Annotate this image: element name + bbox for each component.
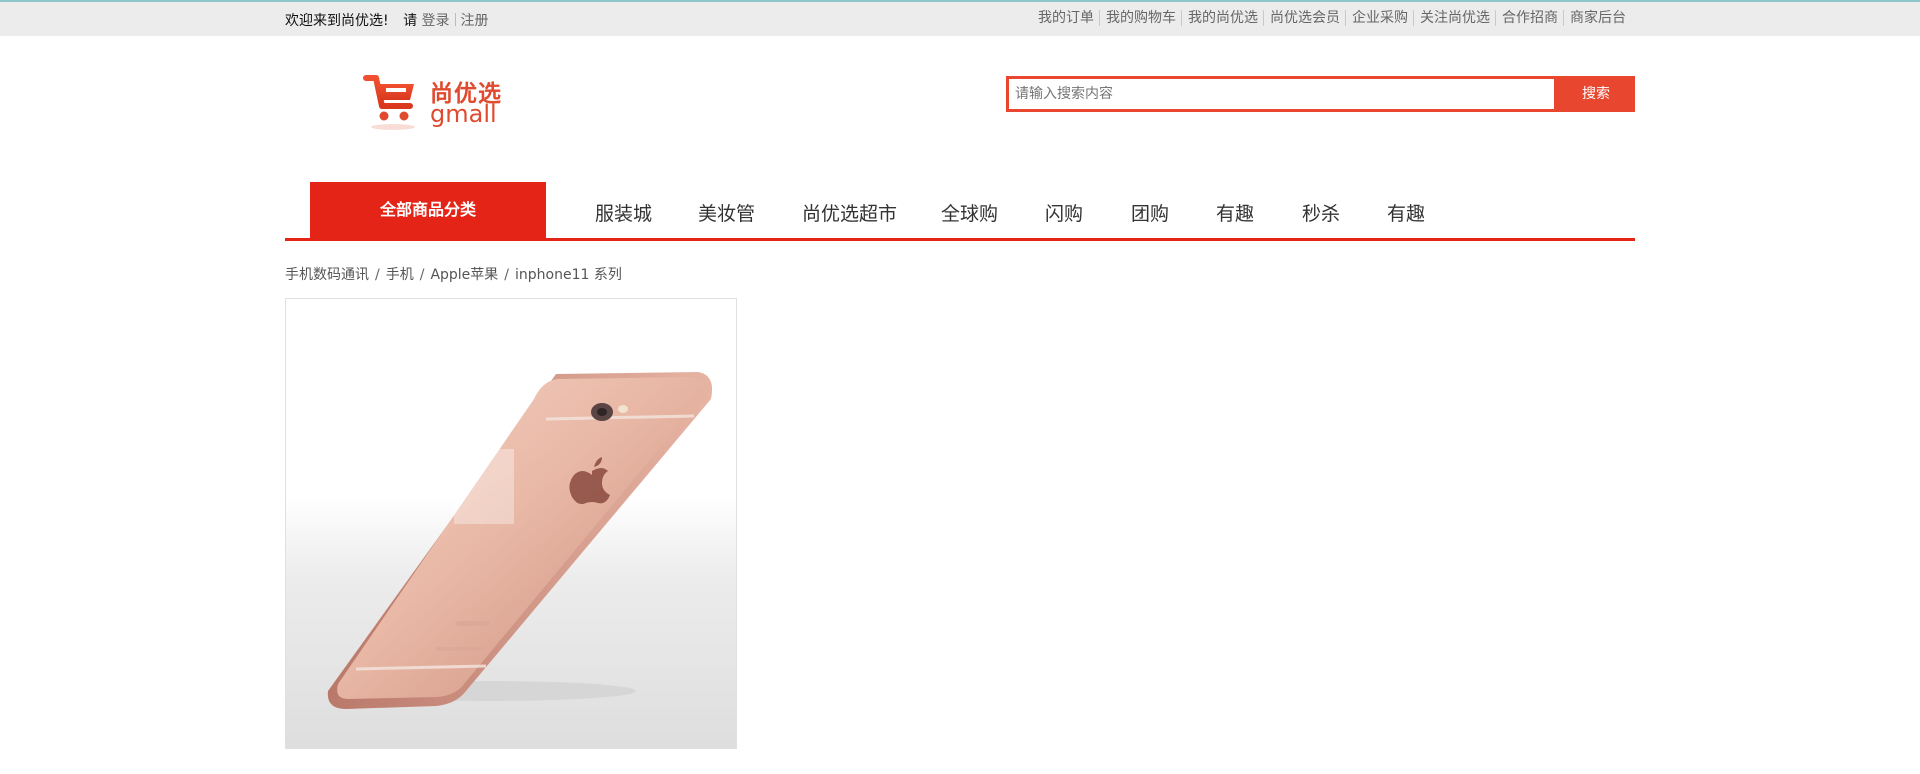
breadcrumb-apple[interactable]: Apple苹果	[430, 267, 498, 283]
search-button[interactable]: 搜索	[1557, 76, 1635, 112]
search-bar: 搜索	[1006, 76, 1635, 112]
search-input[interactable]	[1006, 76, 1557, 112]
follow-link[interactable]: 关注尚优选	[1414, 10, 1496, 26]
divider	[454, 13, 456, 26]
shopping-cart-icon	[363, 75, 415, 130]
nav-item-group-buy[interactable]: 团购	[1131, 199, 1169, 226]
please-text: 请	[403, 13, 418, 29]
welcome-area: 欢迎来到尚优选! 请 登录 注册	[285, 10, 489, 30]
breadcrumb-phones[interactable]: 手机	[386, 267, 414, 283]
breadcrumb-series[interactable]: inphone11 系列	[515, 267, 622, 283]
top-links: 我的订单 我的购物车 我的尚优选 尚优选会员 企业采购 关注尚优选 合作招商 商…	[1032, 10, 1626, 26]
membership-link[interactable]: 尚优选会员	[1264, 10, 1346, 26]
my-account-link[interactable]: 我的尚优选	[1182, 10, 1264, 26]
nav-item-apparel[interactable]: 服装城	[595, 199, 652, 226]
nav-item-flash[interactable]: 闪购	[1045, 199, 1083, 226]
nav-item-global[interactable]: 全球购	[941, 199, 998, 226]
enterprise-purchase-link[interactable]: 企业采购	[1346, 10, 1414, 26]
partnership-link[interactable]: 合作招商	[1496, 10, 1564, 26]
logo-english-text: gmall	[430, 100, 497, 128]
breadcrumb-digital[interactable]: 手机数码通讯	[285, 267, 369, 283]
my-cart-link[interactable]: 我的购物车	[1100, 10, 1182, 26]
nav-item-seckill[interactable]: 秒杀	[1302, 199, 1340, 226]
register-link[interactable]: 注册	[461, 13, 489, 29]
login-link[interactable]: 登录	[422, 13, 450, 29]
all-categories-button[interactable]: 全部商品分类	[310, 182, 546, 238]
welcome-text: 欢迎来到尚优选!	[285, 13, 389, 29]
breadcrumb: 手机数码通讯 / 手机 / Apple苹果 / inphone11 系列	[285, 267, 622, 283]
top-utility-bar: 欢迎来到尚优选! 请 登录 注册 我的订单 我的购物车 我的尚优选 尚优选会员 企…	[0, 0, 1920, 36]
product-image[interactable]	[285, 298, 737, 749]
nav-item-beauty[interactable]: 美妆管	[698, 199, 755, 226]
main-nav: 全部商品分类 服装城 美妆管 尚优选超市 全球购 闪购 团购 有趣 秒杀 有趣	[285, 182, 1635, 241]
seller-backend-link[interactable]: 商家后台	[1564, 10, 1626, 26]
nav-item-supermarket[interactable]: 尚优选超市	[802, 199, 897, 226]
my-orders-link[interactable]: 我的订单	[1032, 10, 1100, 26]
phone-image	[327, 372, 713, 709]
nav-item-fun-2[interactable]: 有趣	[1387, 199, 1425, 226]
site-logo[interactable]: 尚优选 gmall	[362, 70, 512, 132]
nav-item-fun[interactable]: 有趣	[1216, 199, 1254, 226]
